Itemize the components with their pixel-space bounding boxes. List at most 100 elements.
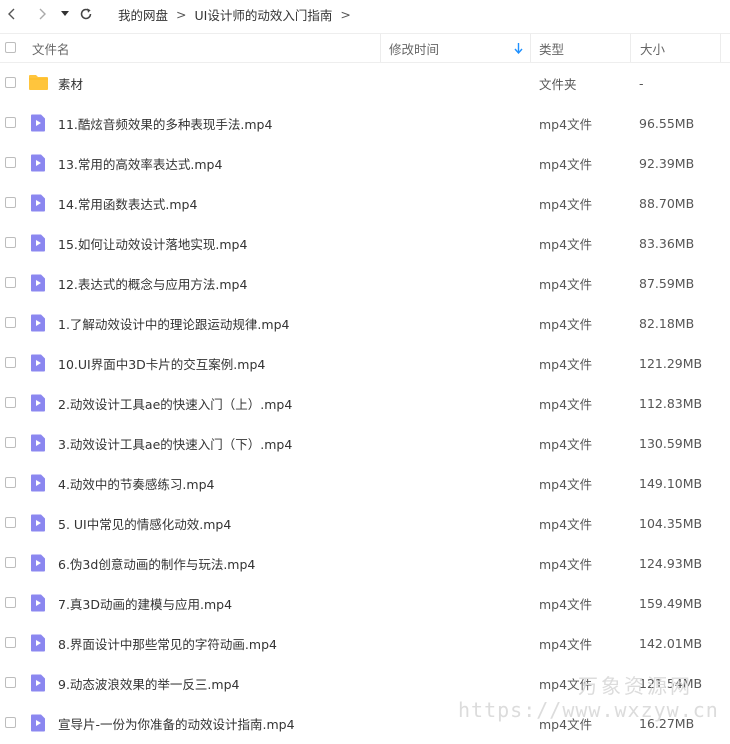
video-file-icon [30,634,46,652]
history-dropdown-icon[interactable] [58,0,72,28]
file-type: mp4文件 [539,396,593,412]
file-name[interactable]: 2.动效设计工具ae的快速入门（上）.mp4 [58,383,292,423]
column-type[interactable]: 类型 [539,34,564,62]
file-type: mp4文件 [539,556,593,572]
file-size: 83.36MB [639,235,695,251]
video-file-icon [30,314,46,332]
column-divider [630,34,631,62]
row-checkbox[interactable] [5,197,16,208]
row-checkbox[interactable] [5,317,16,328]
file-name[interactable]: 8.界面设计中那些常见的字符动画.mp4 [58,623,277,663]
video-file-icon [30,114,46,132]
file-row[interactable]: 7.真3D动画的建模与应用.mp4 mp4文件 159.49MB [0,583,730,623]
file-row[interactable]: 14.常用函数表达式.mp4 mp4文件 88.70MB [0,183,730,223]
row-checkbox[interactable] [5,237,16,248]
file-size: 149.10MB [639,475,703,491]
file-row[interactable]: 13.常用的高效率表达式.mp4 mp4文件 92.39MB [0,143,730,183]
file-size: 82.18MB [639,315,695,331]
breadcrumb: 我的网盘 > UI设计师的动效入门指南 > [118,0,359,28]
file-row[interactable]: 1.了解动效设计中的理论跟运动规律.mp4 mp4文件 82.18MB [0,303,730,343]
video-file-icon [30,194,46,212]
file-name[interactable]: 15.如何让动效设计落地实现.mp4 [58,223,247,263]
file-name[interactable]: 素材 [58,63,83,103]
row-checkbox[interactable] [5,677,16,688]
file-size: 124.93MB [639,555,703,571]
file-name[interactable]: 宣导片-一份为你准备的动效设计指南.mp4 [58,703,295,743]
row-checkbox[interactable] [5,437,16,448]
folder-icon [28,74,49,90]
column-modified[interactable]: 修改时间 [389,34,439,62]
row-checkbox[interactable] [5,77,16,88]
file-type: mp4文件 [539,236,593,252]
file-type: mp4文件 [539,356,593,372]
video-file-icon [30,594,46,612]
file-row[interactable]: 5. UI中常见的情感化动效.mp4 mp4文件 104.35MB [0,503,730,543]
file-type: mp4文件 [539,116,593,132]
forward-arrow-icon[interactable] [34,0,50,28]
file-row[interactable]: 4.动效中的节奏感练习.mp4 mp4文件 149.10MB [0,463,730,503]
file-type: mp4文件 [539,196,593,212]
row-checkbox[interactable] [5,157,16,168]
video-file-icon [30,234,46,252]
row-checkbox[interactable] [5,557,16,568]
breadcrumb-root[interactable]: 我的网盘 [118,5,168,24]
file-size: 142.01MB [639,635,703,651]
file-name[interactable]: 12.表达式的概念与应用方法.mp4 [58,263,247,303]
sort-desc-icon[interactable] [514,34,523,62]
file-name[interactable]: 3.动效设计工具ae的快速入门（下）.mp4 [58,423,292,463]
file-row[interactable]: 11.酷炫音频效果的多种表现手法.mp4 mp4文件 96.55MB [0,103,730,143]
breadcrumb-current[interactable]: UI设计师的动效入门指南 [195,5,333,24]
file-row[interactable]: 10.UI界面中3D卡片的交互案例.mp4 mp4文件 121.29MB [0,343,730,383]
file-name[interactable]: 4.动效中的节奏感练习.mp4 [58,463,214,503]
select-all-checkbox[interactable] [5,42,16,53]
column-divider [380,34,381,62]
file-name[interactable]: 6.伪3d创意动画的制作与玩法.mp4 [58,543,255,583]
folder-row[interactable]: 素材 文件夹 - [0,63,730,103]
video-file-icon [30,514,46,532]
row-checkbox[interactable] [5,357,16,368]
file-type: mp4文件 [539,596,593,612]
refresh-icon[interactable] [77,0,95,28]
file-type: mp4文件 [539,316,593,332]
file-row[interactable]: 8.界面设计中那些常见的字符动画.mp4 mp4文件 142.01MB [0,623,730,663]
file-row[interactable]: 12.表达式的概念与应用方法.mp4 mp4文件 87.59MB [0,263,730,303]
file-size: 96.55MB [639,115,695,131]
column-name[interactable]: 文件名 [32,34,70,62]
file-name[interactable]: 5. UI中常见的情感化动效.mp4 [58,503,231,543]
breadcrumb-separator: > [340,6,351,22]
file-type: mp4文件 [539,476,593,492]
file-type: mp4文件 [539,156,593,172]
file-size: 121.29MB [639,355,703,371]
column-size[interactable]: 大小 [640,34,665,62]
row-checkbox[interactable] [5,117,16,128]
file-row[interactable]: 15.如何让动效设计落地实现.mp4 mp4文件 83.36MB [0,223,730,263]
watermark-url: https://www.wxzyw.cn [458,698,719,722]
file-type: 文件夹 [539,76,577,92]
file-name[interactable]: 7.真3D动画的建模与应用.mp4 [58,583,232,623]
row-checkbox[interactable] [5,397,16,408]
file-type: mp4文件 [539,276,593,292]
file-size: 112.83MB [639,395,703,411]
file-type: mp4文件 [539,636,593,652]
row-checkbox[interactable] [5,517,16,528]
file-row[interactable]: 6.伪3d创意动画的制作与玩法.mp4 mp4文件 124.93MB [0,543,730,583]
file-name[interactable]: 1.了解动效设计中的理论跟运动规律.mp4 [58,303,289,343]
file-row[interactable]: 2.动效设计工具ae的快速入门（上）.mp4 mp4文件 112.83MB [0,383,730,423]
file-name[interactable]: 9.动态波浪效果的举一反三.mp4 [58,663,239,703]
row-checkbox[interactable] [5,597,16,608]
row-checkbox[interactable] [5,277,16,288]
file-size: 159.49MB [639,595,703,611]
row-checkbox[interactable] [5,477,16,488]
back-arrow-icon[interactable] [4,0,20,28]
video-file-icon [30,394,46,412]
row-checkbox[interactable] [5,717,16,728]
file-name[interactable]: 14.常用函数表达式.mp4 [58,183,197,223]
row-checkbox[interactable] [5,637,16,648]
file-name[interactable]: 11.酷炫音频效果的多种表现手法.mp4 [58,103,272,143]
file-name[interactable]: 10.UI界面中3D卡片的交互案例.mp4 [58,343,265,383]
video-file-icon [30,274,46,292]
video-file-icon [30,434,46,452]
file-row[interactable]: 3.动效设计工具ae的快速入门（下）.mp4 mp4文件 130.59MB [0,423,730,463]
file-name[interactable]: 13.常用的高效率表达式.mp4 [58,143,222,183]
file-size: - [639,75,644,91]
